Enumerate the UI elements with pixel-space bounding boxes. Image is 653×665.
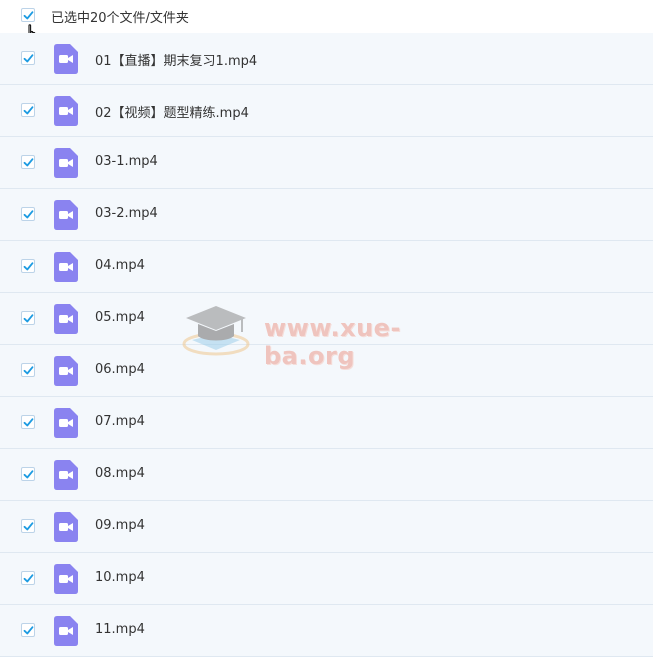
video-file-icon: [54, 564, 78, 594]
check-icon: [23, 261, 33, 270]
check-icon: [23, 365, 33, 374]
file-row[interactable]: 06.mp4: [0, 345, 653, 397]
file-name[interactable]: 08.mp4: [95, 466, 145, 481]
video-file-icon: [54, 44, 78, 74]
video-file-icon: [54, 512, 78, 542]
file-name[interactable]: 02【视频】题型精练.mp4: [95, 102, 249, 121]
video-file-icon: [54, 96, 78, 126]
check-icon: [23, 625, 33, 634]
file-name[interactable]: 03-1.mp4: [95, 154, 158, 169]
video-file-icon: [54, 356, 78, 386]
file-row[interactable]: 09.mp4: [0, 501, 653, 553]
video-file-icon: [54, 616, 78, 646]
file-checkbox[interactable]: [21, 415, 35, 429]
file-row[interactable]: 03-2.mp4: [0, 189, 653, 241]
video-file-icon: [54, 304, 78, 334]
video-file-icon: [54, 148, 78, 178]
file-name[interactable]: 09.mp4: [95, 518, 145, 533]
file-row[interactable]: 01【直播】期末复习1.mp4: [0, 33, 653, 85]
video-file-icon: [54, 252, 78, 282]
file-checkbox[interactable]: [21, 571, 35, 585]
check-icon: [23, 10, 33, 19]
check-icon: [23, 417, 33, 426]
check-icon: [23, 573, 33, 582]
file-name[interactable]: 03-2.mp4: [95, 206, 158, 221]
file-row[interactable]: 10.mp4: [0, 553, 653, 605]
file-checkbox[interactable]: [21, 51, 35, 65]
file-checkbox[interactable]: [21, 259, 35, 273]
file-checkbox[interactable]: [21, 155, 35, 169]
file-name[interactable]: 05.mp4: [95, 310, 145, 325]
video-file-icon: [54, 408, 78, 438]
file-checkbox[interactable]: [21, 103, 35, 117]
file-list: 01【直播】期末复习1.mp4 02【视频】题型精练.mp4 03-1.mp4 03-…: [0, 33, 653, 657]
file-checkbox[interactable]: [21, 623, 35, 637]
file-row[interactable]: 05.mp4: [0, 293, 653, 345]
check-icon: [23, 313, 33, 322]
check-icon: [23, 53, 33, 62]
file-name[interactable]: 10.mp4: [95, 570, 145, 585]
check-icon: [23, 469, 33, 478]
file-checkbox[interactable]: [21, 363, 35, 377]
file-checkbox[interactable]: [21, 519, 35, 533]
file-row[interactable]: 02【视频】题型精练.mp4: [0, 85, 653, 137]
file-row[interactable]: 07.mp4: [0, 397, 653, 449]
file-name[interactable]: 04.mp4: [95, 258, 145, 273]
check-icon: [23, 209, 33, 218]
select-all-checkbox[interactable]: [21, 8, 35, 22]
file-checkbox[interactable]: [21, 467, 35, 481]
selection-count-label: 已选中20个文件/文件夹: [51, 11, 189, 26]
check-icon: [23, 105, 33, 114]
file-row[interactable]: 03-1.mp4: [0, 137, 653, 189]
file-checkbox[interactable]: [21, 311, 35, 325]
check-icon: [23, 521, 33, 530]
file-name[interactable]: 06.mp4: [95, 362, 145, 377]
video-file-icon: [54, 460, 78, 490]
check-icon: [23, 157, 33, 166]
file-row[interactable]: 04.mp4: [0, 241, 653, 293]
video-file-icon: [54, 200, 78, 230]
file-name[interactable]: 11.mp4: [95, 622, 145, 637]
file-checkbox[interactable]: [21, 207, 35, 221]
selection-header: 已选中20个文件/文件夹: [0, 0, 653, 47]
file-name[interactable]: 01【直播】期末复习1.mp4: [95, 50, 257, 69]
file-row[interactable]: 11.mp4: [0, 605, 653, 657]
file-row[interactable]: 08.mp4: [0, 449, 653, 501]
file-name[interactable]: 07.mp4: [95, 414, 145, 429]
